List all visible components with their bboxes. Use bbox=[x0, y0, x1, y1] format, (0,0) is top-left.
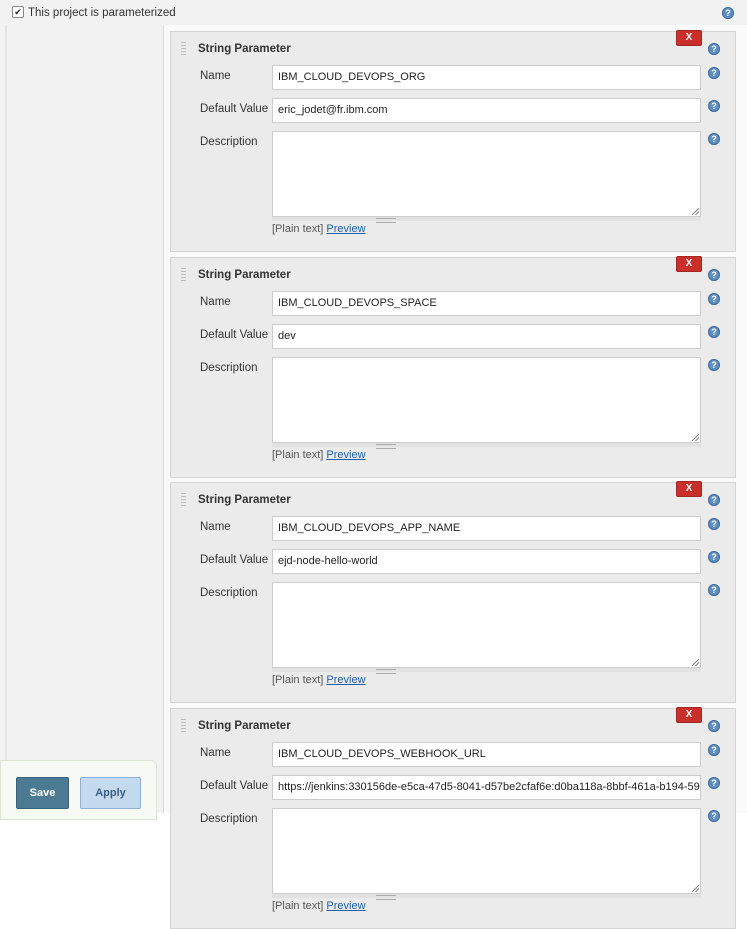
drag-handle-icon[interactable] bbox=[181, 42, 186, 56]
parameter-title: String Parameter bbox=[198, 720, 291, 732]
description-textarea[interactable] bbox=[272, 582, 701, 668]
parameterized-checkbox[interactable]: ✔ bbox=[12, 6, 24, 18]
string-parameter-block: String Parameter X? Name IBM_CLOUD_DEVOPS_S… bbox=[170, 256, 736, 478]
name-input[interactable]: IBM_CLOUD_DEVOPS_APP_NAME bbox=[272, 516, 701, 541]
description-textarea[interactable] bbox=[272, 808, 701, 894]
description-label: Description bbox=[200, 813, 258, 825]
left-column bbox=[0, 25, 164, 813]
preview-link[interactable]: Preview bbox=[326, 900, 365, 912]
delete-parameter-button[interactable]: X bbox=[676, 30, 702, 46]
help-icon[interactable]: ? bbox=[708, 777, 720, 789]
save-button[interactable]: Save bbox=[16, 777, 69, 809]
description-label: Description bbox=[200, 362, 258, 374]
resize-handle-icon[interactable] bbox=[692, 885, 699, 892]
parameter-title: String Parameter bbox=[198, 269, 291, 281]
help-icon[interactable]: ? bbox=[708, 551, 720, 563]
drag-handle-icon[interactable] bbox=[181, 719, 186, 733]
help-icon[interactable]: ? bbox=[708, 326, 720, 338]
default-value-label: Default Value bbox=[200, 103, 269, 115]
help-icon[interactable]: ? bbox=[708, 720, 720, 732]
help-icon[interactable]: ? bbox=[708, 67, 720, 79]
plain-text-label: [Plain text] bbox=[272, 674, 324, 686]
delete-parameter-button[interactable]: X bbox=[676, 256, 702, 272]
format-row: [Plain text] Preview bbox=[272, 223, 366, 235]
format-row: [Plain text] Preview bbox=[272, 449, 366, 461]
help-icon[interactable]: ? bbox=[708, 100, 720, 112]
apply-button[interactable]: Apply bbox=[80, 777, 141, 809]
default-value-label: Default Value bbox=[200, 329, 269, 341]
resize-grip-icon bbox=[376, 444, 396, 449]
description-textarea[interactable] bbox=[272, 131, 701, 217]
preview-link[interactable]: Preview bbox=[326, 449, 365, 461]
parameterized-row: ✔ This project is parameterized ? bbox=[0, 0, 747, 25]
name-label: Name bbox=[200, 747, 231, 759]
default-value-input[interactable]: https://jenkins:330156de-e5ca-47d5-8041-… bbox=[272, 775, 701, 800]
plain-text-label: [Plain text] bbox=[272, 223, 324, 235]
string-parameter-block: String Parameter X? Name IBM_CLOUD_DEVOPS_A… bbox=[170, 481, 736, 703]
drag-handle-icon[interactable] bbox=[181, 493, 186, 507]
name-input[interactable]: IBM_CLOUD_DEVOPS_ORG bbox=[272, 65, 701, 90]
resize-grip-icon bbox=[376, 895, 396, 900]
string-parameter-block: String Parameter X? Name IBM_CLOUD_DEVOPS_O… bbox=[170, 30, 736, 252]
parameterized-label: This project is parameterized bbox=[28, 7, 176, 19]
help-icon[interactable]: ? bbox=[708, 359, 720, 371]
format-row: [Plain text] Preview bbox=[272, 900, 366, 912]
default-value-label: Default Value bbox=[200, 780, 269, 792]
textarea-resize-bar[interactable] bbox=[272, 894, 701, 898]
name-label: Name bbox=[200, 296, 231, 308]
default-value-input[interactable]: ejd-node-hello-world bbox=[272, 549, 701, 574]
parameter-title: String Parameter bbox=[198, 494, 291, 506]
description-textarea[interactable] bbox=[272, 357, 701, 443]
textarea-resize-bar[interactable] bbox=[272, 217, 701, 221]
textarea-resize-bar[interactable] bbox=[272, 443, 701, 447]
help-icon[interactable]: ? bbox=[722, 7, 734, 19]
left-stripe bbox=[5, 25, 7, 813]
resize-handle-icon[interactable] bbox=[692, 434, 699, 441]
default-value-label: Default Value bbox=[200, 554, 269, 566]
help-icon[interactable]: ? bbox=[708, 293, 720, 305]
delete-parameter-button[interactable]: X bbox=[676, 481, 702, 497]
name-input[interactable]: IBM_CLOUD_DEVOPS_SPACE bbox=[272, 291, 701, 316]
delete-parameter-button[interactable]: X bbox=[676, 707, 702, 723]
preview-link[interactable]: Preview bbox=[326, 223, 365, 235]
help-icon[interactable]: ? bbox=[708, 494, 720, 506]
help-icon[interactable]: ? bbox=[708, 518, 720, 530]
description-label: Description bbox=[200, 136, 258, 148]
help-icon[interactable]: ? bbox=[708, 584, 720, 596]
preview-link[interactable]: Preview bbox=[326, 674, 365, 686]
default-value-input[interactable]: eric_jodet@fr.ibm.com bbox=[272, 98, 701, 123]
resize-grip-icon bbox=[376, 669, 396, 674]
help-icon[interactable]: ? bbox=[708, 810, 720, 822]
help-icon[interactable]: ? bbox=[708, 744, 720, 756]
default-value-input[interactable]: dev bbox=[272, 324, 701, 349]
parameter-title: String Parameter bbox=[198, 43, 291, 55]
plain-text-label: [Plain text] bbox=[272, 900, 324, 912]
resize-handle-icon[interactable] bbox=[692, 208, 699, 215]
name-label: Name bbox=[200, 70, 231, 82]
name-input[interactable]: IBM_CLOUD_DEVOPS_WEBHOOK_URL bbox=[272, 742, 701, 767]
bottom-action-bar: Save Apply bbox=[0, 760, 157, 820]
help-icon[interactable]: ? bbox=[708, 133, 720, 145]
resize-handle-icon[interactable] bbox=[692, 659, 699, 666]
name-label: Name bbox=[200, 521, 231, 533]
help-icon[interactable]: ? bbox=[708, 43, 720, 55]
textarea-resize-bar[interactable] bbox=[272, 668, 701, 672]
help-icon[interactable]: ? bbox=[708, 269, 720, 281]
plain-text-label: [Plain text] bbox=[272, 449, 324, 461]
string-parameter-block: String Parameter X? Name IBM_CLOUD_DEVOPS_W… bbox=[170, 707, 736, 929]
drag-handle-icon[interactable] bbox=[181, 268, 186, 282]
description-label: Description bbox=[200, 587, 258, 599]
resize-grip-icon bbox=[376, 218, 396, 223]
format-row: [Plain text] Preview bbox=[272, 674, 366, 686]
